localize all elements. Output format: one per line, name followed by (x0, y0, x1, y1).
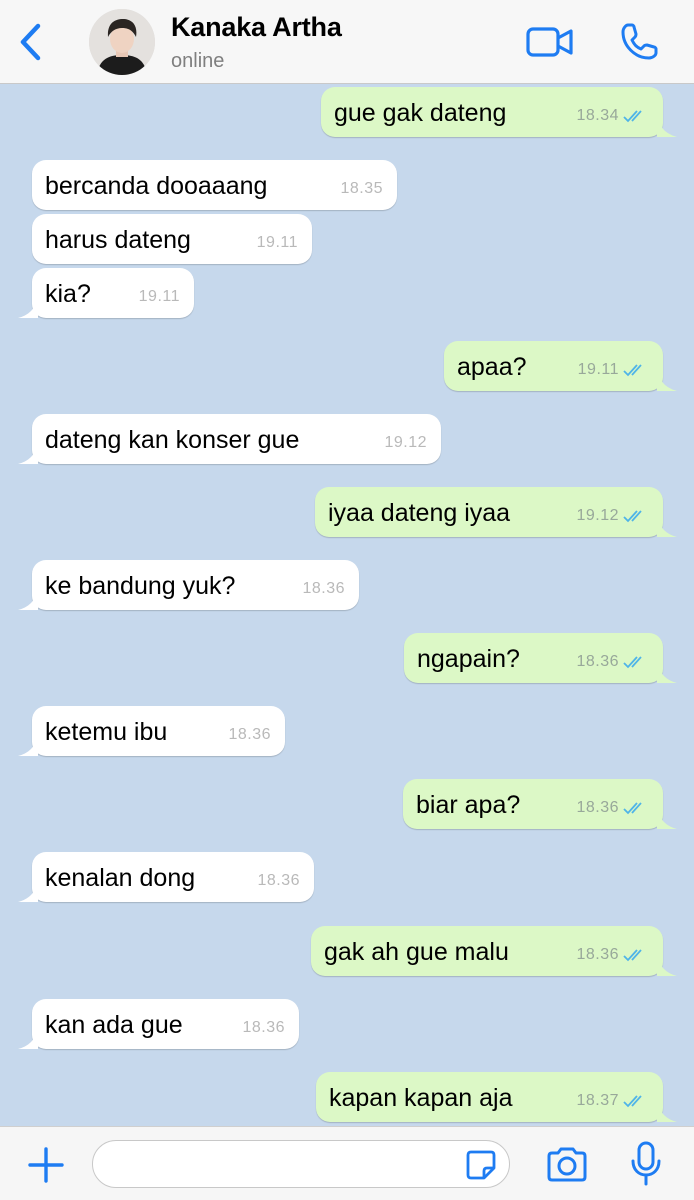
message-time: 19.12 (384, 434, 427, 451)
sticker-button[interactable] (465, 1149, 497, 1181)
chat-header: Kanaka Artha online (0, 0, 694, 84)
message-text: bercanda dooaaang (45, 172, 268, 200)
bubble-tail (657, 663, 677, 683)
camera-button[interactable] (543, 1144, 591, 1184)
message-outgoing[interactable]: biar apa? 18.36 (403, 779, 677, 829)
voice-call-button[interactable] (614, 18, 664, 66)
message-text: dateng kan konser gue (45, 426, 300, 454)
message-outgoing[interactable]: ngapain? 18.36 (404, 633, 677, 683)
message-time: 19.12 (576, 507, 619, 524)
bubble-tail (18, 736, 38, 756)
composer-bar (0, 1126, 694, 1200)
video-call-button[interactable] (522, 20, 578, 64)
message-list[interactable]: gue gak dateng 18.34 bercanda dooaaang 1… (0, 84, 694, 1126)
bubble-tail (18, 298, 38, 318)
bubble-tail (18, 1029, 38, 1049)
attach-button[interactable] (24, 1145, 68, 1185)
camera-icon (547, 1147, 587, 1182)
message-text: ketemu ibu (45, 718, 168, 746)
message-time: 19.11 (256, 234, 298, 251)
read-ticks-icon (623, 364, 642, 377)
message-text: kan ada gue (45, 1011, 183, 1039)
back-button[interactable] (8, 14, 52, 70)
message-text: apaa? (457, 353, 527, 381)
message-time: 18.36 (228, 726, 271, 743)
message-time: 18.34 (576, 107, 619, 124)
message-incoming[interactable]: kan ada gue 18.36 (18, 999, 299, 1049)
read-ticks-icon (623, 110, 642, 123)
message-text: gak ah gue malu (324, 938, 509, 966)
bubble-tail (657, 1102, 677, 1122)
message-text: gue gak dateng (334, 99, 507, 127)
chevron-left-icon (20, 23, 41, 61)
message-time: 18.35 (340, 180, 383, 197)
microphone-button[interactable] (626, 1140, 666, 1188)
message-incoming[interactable]: bercanda dooaaang 18.35 (32, 160, 397, 210)
read-ticks-icon (623, 802, 642, 815)
message-time: 18.36 (257, 872, 300, 889)
bubble-tail (18, 590, 38, 610)
message-incoming[interactable]: kia? 19.11 (18, 268, 194, 318)
sticker-icon (466, 1150, 496, 1180)
message-time: 18.37 (576, 1092, 619, 1109)
contact-name[interactable]: Kanaka Artha (171, 12, 342, 43)
message-time: 19.11 (577, 361, 619, 378)
message-incoming[interactable]: kenalan dong 18.36 (18, 852, 314, 902)
message-input[interactable] (109, 1149, 453, 1181)
message-time: 18.36 (576, 653, 619, 670)
message-time: 19.11 (138, 288, 180, 305)
bubble-tail (657, 117, 677, 137)
message-time: 18.36 (242, 1019, 285, 1036)
message-incoming[interactable]: ke bandung yuk? 18.36 (18, 560, 359, 610)
read-ticks-icon (623, 1095, 642, 1108)
microphone-icon (631, 1141, 661, 1186)
message-incoming[interactable]: ketemu ibu 18.36 (18, 706, 285, 756)
read-ticks-icon (623, 510, 642, 523)
message-outgoing[interactable]: gak ah gue malu 18.36 (311, 926, 677, 976)
message-input-field[interactable] (92, 1140, 510, 1188)
message-text: harus dateng (45, 226, 191, 254)
message-text: kia? (45, 280, 91, 308)
video-camera-icon (526, 27, 573, 57)
message-text: kenalan dong (45, 864, 196, 892)
contact-status: online (171, 50, 225, 72)
read-ticks-icon (623, 656, 642, 669)
phone-icon (621, 23, 658, 60)
message-text: kapan kapan aja (329, 1084, 513, 1112)
message-outgoing[interactable]: kapan kapan aja 18.37 (316, 1072, 677, 1122)
message-time: 18.36 (576, 946, 619, 963)
plus-icon (28, 1147, 64, 1183)
message-text: biar apa? (416, 791, 521, 819)
bubble-tail (18, 882, 38, 902)
message-text: ke bandung yuk? (45, 572, 236, 600)
chat-screen: Kanaka Artha online gue gak dateng 18.34… (0, 0, 694, 1200)
message-time: 18.36 (302, 580, 345, 597)
contact-photo (89, 9, 155, 75)
message-text: ngapain? (417, 645, 520, 673)
read-ticks-icon (623, 949, 642, 962)
message-incoming[interactable]: harus dateng 19.11 (32, 214, 312, 264)
message-text: iyaa dateng iyaa (328, 499, 511, 527)
message-incoming[interactable]: dateng kan konser gue 19.12 (18, 414, 441, 464)
bubble-tail (657, 809, 677, 829)
message-outgoing[interactable]: iyaa dateng iyaa 19.12 (315, 487, 677, 537)
message-outgoing[interactable]: gue gak dateng 18.34 (321, 87, 677, 137)
avatar[interactable] (89, 9, 155, 75)
bubble-tail (657, 956, 677, 976)
message-outgoing[interactable]: apaa? 19.11 (444, 341, 677, 391)
bubble-tail (18, 444, 38, 464)
bubble-tail (657, 517, 677, 537)
bubble-tail (657, 371, 677, 391)
message-time: 18.36 (576, 799, 619, 816)
